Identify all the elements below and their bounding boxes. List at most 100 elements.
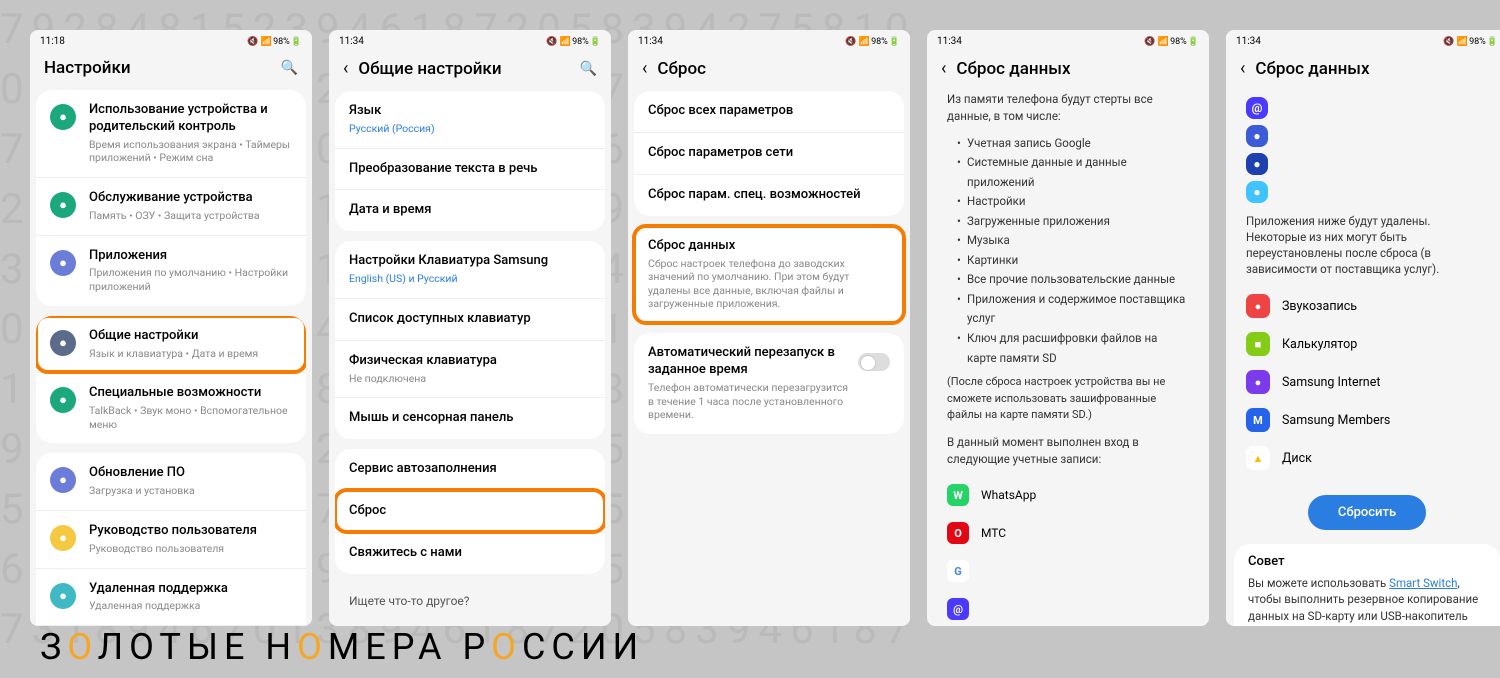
settings-item-title: Список доступных клавиатур: [349, 311, 591, 328]
header: ‹ Сброс данных: [927, 50, 1209, 91]
settings-item-title: Дата и время: [349, 202, 591, 219]
settings-item[interactable]: ● Обслуживание устройства Память • ОЗУ •…: [36, 177, 306, 235]
settings-item[interactable]: ● Общие настройки Язык и клавиатура • Да…: [36, 316, 306, 373]
status-time: 11:34: [937, 36, 962, 47]
account-icon: ●: [1246, 153, 1268, 175]
account-item: @: [933, 590, 1203, 626]
settings-item-title: Сброс всех параметров: [648, 103, 890, 120]
account-icon: ●: [1246, 125, 1268, 147]
settings-item-title: Обновление ПО: [89, 465, 292, 482]
phone-5-reset-data-apps: 11:34 🔇 📶 98%🔋 ‹ Сброс данных @●●●Прилож…: [1226, 30, 1500, 626]
account-item: W WhatsApp: [933, 476, 1203, 514]
status-time: 11:34: [339, 36, 364, 47]
header: ‹ Общие настройки 🔍: [329, 50, 611, 91]
settings-item[interactable]: ● Удаленная поддержка Удаленная поддержк…: [36, 568, 306, 626]
settings-item[interactable]: ● Обновление ПО Загрузка и установка: [36, 453, 306, 510]
settings-item[interactable]: Список доступных клавиатур: [335, 298, 605, 340]
status-time: 11:34: [1236, 36, 1261, 47]
bullet-item: Ключ для расшифровки файлов на карте пам…: [957, 329, 1189, 368]
app-item: M Samsung Members: [1232, 401, 1500, 439]
accounts-intro: В данный момент выполнен вход в следующи…: [933, 434, 1203, 477]
tip-text: Вы можете использовать Smart Switch, что…: [1234, 575, 1500, 626]
settings-item[interactable]: Сброс параметров сети: [634, 132, 904, 174]
settings-item[interactable]: Свяжитесь с нами: [335, 532, 605, 574]
settings-item-title: Мышь и сенсорная панель: [349, 410, 591, 427]
settings-item[interactable]: Физическая клавиатура Не подключена: [335, 340, 605, 398]
settings-item[interactable]: Преобразование текста в речь: [335, 148, 605, 190]
settings-item[interactable]: Язык Русский (Россия): [335, 91, 605, 148]
app-item: ■ Калькулятор: [1232, 325, 1500, 363]
account-icon: ●: [1246, 181, 1268, 203]
phone-4-reset-data: 11:34 🔇 📶 98%🔋 ‹ Сброс данных Из памяти …: [927, 30, 1209, 626]
footer-text: Ищете что-то другое?: [335, 584, 605, 618]
account-icon: G: [947, 560, 969, 582]
settings-item[interactable]: ● Использование устройства и родительски…: [36, 90, 306, 177]
status-icons: 🔇 📶 98%🔋: [845, 37, 900, 47]
page-title: Общие настройки: [358, 59, 569, 79]
bullet-item: Загруженные приложения: [957, 212, 1189, 232]
content: Сброс всех параметров Сброс параметров с…: [628, 91, 910, 626]
settings-item-subtitle: Руководство пользователя: [89, 542, 292, 556]
back-icon[interactable]: ‹: [1240, 58, 1245, 79]
settings-item[interactable]: Сброс: [335, 490, 605, 532]
reset-button[interactable]: Сбросить: [1308, 495, 1426, 530]
settings-item-title: Сброс парам. спец. возможностей: [648, 187, 890, 204]
settings-item-subtitle: Память • ОЗУ • Защита устройства: [89, 209, 292, 223]
account-icon: @: [947, 598, 969, 620]
app-icon: M: [1246, 408, 1270, 432]
settings-item[interactable]: Сервис автозаполнения: [335, 449, 605, 490]
status-bar: 11:34 🔇 📶 98%🔋: [329, 30, 611, 50]
settings-item[interactable]: Настройки Клавиатура Samsung English (US…: [335, 241, 605, 298]
back-icon[interactable]: ‹: [941, 58, 946, 79]
watermark-logo: ЗОЛОТЫЕ НОМЕРА РОССИИ: [40, 626, 644, 668]
content: Из памяти телефона будут стерты все данн…: [927, 91, 1209, 626]
status-bar: 11:34 🔇 📶 98%🔋: [927, 30, 1209, 50]
settings-item-title: Свяжитесь с нами: [349, 545, 591, 562]
settings-item-title: Сброс: [349, 503, 591, 520]
settings-item[interactable]: Сброс парам. спец. возможностей: [634, 174, 904, 216]
auto-restart-item[interactable]: Автоматический перезапуск в заданное вре…: [634, 333, 904, 434]
bullet-item: Приложения и содержимое поставщика услуг: [957, 290, 1189, 329]
phone-2-general-settings: 11:34 🔇 📶 98%🔋 ‹ Общие настройки 🔍 Язык …: [329, 30, 611, 626]
account-name: WhatsApp: [981, 488, 1036, 502]
settings-item-subtitle: English (US) и Русский: [349, 272, 591, 286]
back-icon[interactable]: ‹: [642, 58, 647, 79]
settings-item[interactable]: Дата и время: [335, 189, 605, 231]
settings-item-subtitle: TalkBack • Звук моно • Вспомогательное м…: [89, 404, 292, 431]
status-time: 11:34: [638, 36, 663, 47]
settings-item-title: Настройки Клавиатура Samsung: [349, 253, 591, 270]
smart-switch-link[interactable]: Smart Switch: [1389, 576, 1457, 590]
app-icon: ●: [1246, 370, 1270, 394]
bullet-item: Все прочие пользовательские данные: [957, 270, 1189, 290]
account-name: МТС: [981, 526, 1006, 540]
settings-item[interactable]: ● Руководство пользователя Руководство п…: [36, 510, 306, 568]
bullet-item: Настройки: [957, 192, 1189, 212]
settings-item-title: Автоматический перезапуск в заданное вре…: [648, 345, 848, 379]
settings-item-icon: ●: [50, 104, 76, 130]
settings-item[interactable]: Сброс всех параметров: [634, 91, 904, 132]
settings-item-subtitle: Язык и клавиатура • Дата и время: [89, 347, 292, 361]
settings-item-icon: ●: [50, 387, 76, 413]
account-icon: @: [1246, 97, 1268, 119]
status-icons: 🔇 📶 98%🔋: [247, 37, 302, 47]
app-icon: ●: [1246, 294, 1270, 318]
app-name: Диск: [1282, 451, 1312, 466]
settings-item-subtitle: Приложения по умолчанию • Настройки прил…: [89, 266, 292, 293]
reset-data-item[interactable]: Сброс данных Сброс настроек телефона до …: [634, 226, 904, 323]
settings-item[interactable]: Мышь и сенсорная панель: [335, 397, 605, 439]
status-icons: 🔇 📶 98%🔋: [1443, 37, 1498, 47]
settings-item-title: Специальные возможности: [89, 385, 292, 402]
settings-item-subtitle: Удаленная поддержка: [89, 599, 292, 613]
settings-item-icon: ●: [50, 330, 76, 356]
settings-item-title: Язык: [349, 103, 591, 120]
toggle-switch[interactable]: [858, 353, 890, 371]
account-item: G: [933, 552, 1203, 590]
settings-item[interactable]: ● Приложения Приложения по умолчанию • Н…: [36, 235, 306, 306]
back-icon[interactable]: ‹: [343, 58, 348, 79]
search-icon[interactable]: 🔍: [580, 61, 597, 77]
search-icon[interactable]: 🔍: [281, 60, 298, 76]
settings-item[interactable]: ● Специальные возможности TalkBack • Зву…: [36, 372, 306, 443]
settings-item-title: Сброс параметров сети: [648, 145, 890, 162]
header: ‹ Сброс данных: [1226, 50, 1500, 91]
settings-item-title: Преобразование текста в речь: [349, 161, 591, 178]
